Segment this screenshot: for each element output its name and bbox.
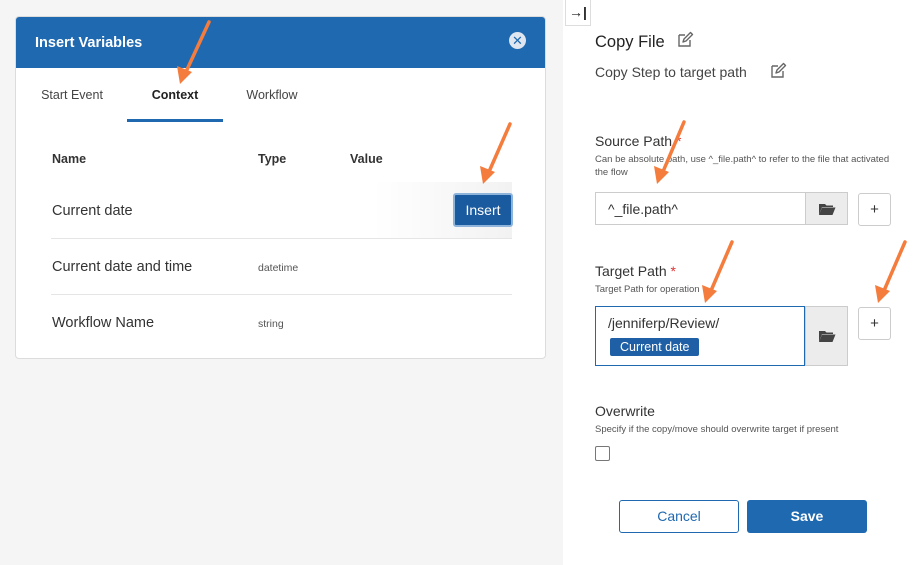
step-subtitle: Copy Step to target path	[595, 64, 747, 80]
source-folder-button[interactable]	[805, 192, 848, 225]
folder-icon	[818, 203, 835, 215]
overwrite-label: Overwrite	[595, 403, 655, 419]
column-header-value: Value	[350, 152, 383, 166]
folder-icon	[818, 331, 835, 342]
table-row-name[interactable]: Workflow Name	[52, 315, 154, 331]
insert-button[interactable]: Insert	[453, 193, 513, 227]
save-button[interactable]: Save	[747, 500, 867, 533]
overwrite-help: Specify if the copy/move should overwrit…	[595, 424, 839, 435]
required-mark: *	[670, 263, 676, 279]
divider	[51, 294, 512, 295]
target-path-input[interactable]: /jenniferp/Review/	[595, 306, 805, 366]
modal-header: Insert Variables ✕	[16, 17, 545, 68]
source-path-input[interactable]: ^_file.path^	[595, 192, 805, 225]
insert-variables-modal: Insert Variables ✕ Start Event Context W…	[15, 16, 546, 359]
column-header-type: Type	[258, 152, 287, 166]
step-config-panel: →| Copy File Copy Step to target path So…	[563, 0, 916, 565]
table-row-type: string	[258, 318, 284, 330]
modal-title: Insert Variables	[35, 34, 143, 51]
edit-icon[interactable]	[769, 62, 787, 80]
target-add-variable-button[interactable]: +	[858, 307, 891, 340]
table-row-type: datetime	[258, 262, 299, 274]
variable-chip-current-date[interactable]: Current date	[610, 338, 700, 356]
source-path-help: Can be absolute path, use ^_file.path^ t…	[595, 154, 890, 178]
source-add-variable-button[interactable]: +	[858, 193, 891, 226]
source-path-label: Source Path *	[595, 133, 682, 149]
cancel-button[interactable]: Cancel	[619, 500, 739, 533]
target-path-label: Target Path *	[595, 263, 676, 279]
step-title: Copy File	[595, 33, 665, 51]
close-icon[interactable]: ✕	[509, 32, 526, 49]
target-path-value: /jenniferp/Review/	[608, 315, 720, 331]
table-row-name: Current date	[52, 203, 133, 219]
tab-start-event[interactable]: Start Event	[29, 68, 115, 122]
target-path-help: Target Path for operation	[595, 284, 700, 295]
divider	[51, 238, 512, 239]
tab-workflow[interactable]: Workflow	[232, 68, 312, 122]
tab-context[interactable]: Context	[127, 68, 223, 122]
column-header-name: Name	[52, 152, 87, 166]
overwrite-checkbox[interactable]	[595, 446, 610, 461]
target-folder-button[interactable]	[805, 306, 848, 366]
edit-icon[interactable]	[676, 31, 694, 49]
table-row-name[interactable]: Current date and time	[52, 259, 192, 275]
collapse-panel-icon[interactable]: →|	[565, 0, 591, 26]
required-mark: *	[675, 133, 682, 149]
